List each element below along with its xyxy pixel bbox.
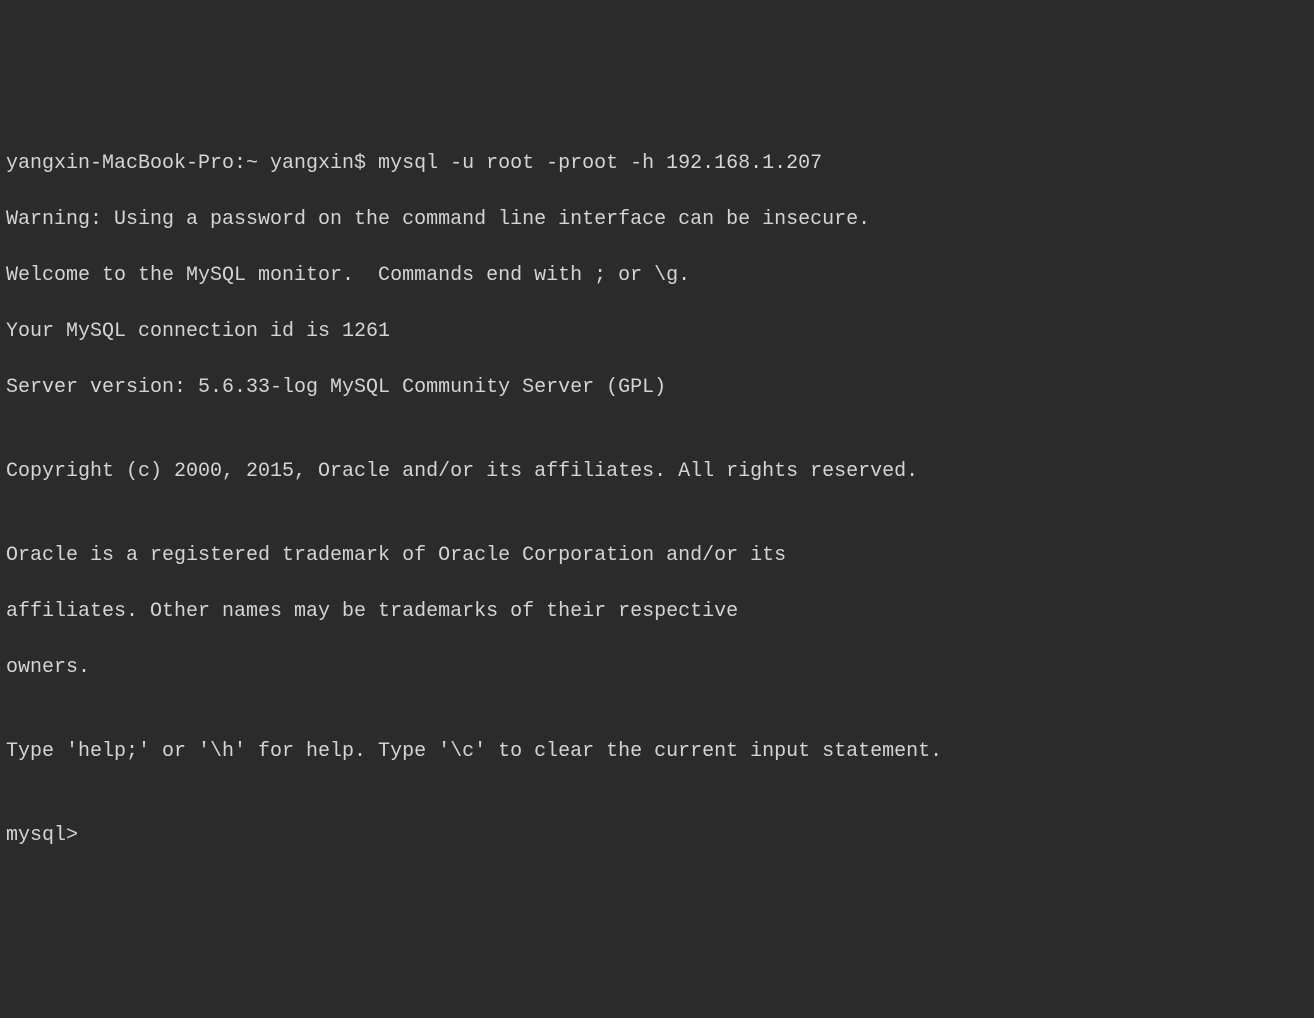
terminal-output-line: Your MySQL connection id is 1261 (6, 318, 1308, 346)
terminal-output-line: Warning: Using a password on the command… (6, 206, 1308, 234)
terminal-output-line: owners. (6, 654, 1308, 682)
terminal-window[interactable]: yangxin-MacBook-Pro:~ yangxin$ mysql -u … (6, 122, 1308, 878)
terminal-output-line: Welcome to the MySQL monitor. Commands e… (6, 262, 1308, 290)
terminal-output-line: Oracle is a registered trademark of Orac… (6, 542, 1308, 570)
shell-prompt-line: yangxin-MacBook-Pro:~ yangxin$ mysql -u … (6, 150, 1308, 178)
terminal-output-line: affiliates. Other names may be trademark… (6, 598, 1308, 626)
terminal-output-line: Copyright (c) 2000, 2015, Oracle and/or … (6, 458, 1308, 486)
terminal-output-line: Server version: 5.6.33-log MySQL Communi… (6, 374, 1308, 402)
mysql-prompt[interactable]: mysql> (6, 822, 1308, 850)
terminal-output-line: Type 'help;' or '\h' for help. Type '\c'… (6, 738, 1308, 766)
